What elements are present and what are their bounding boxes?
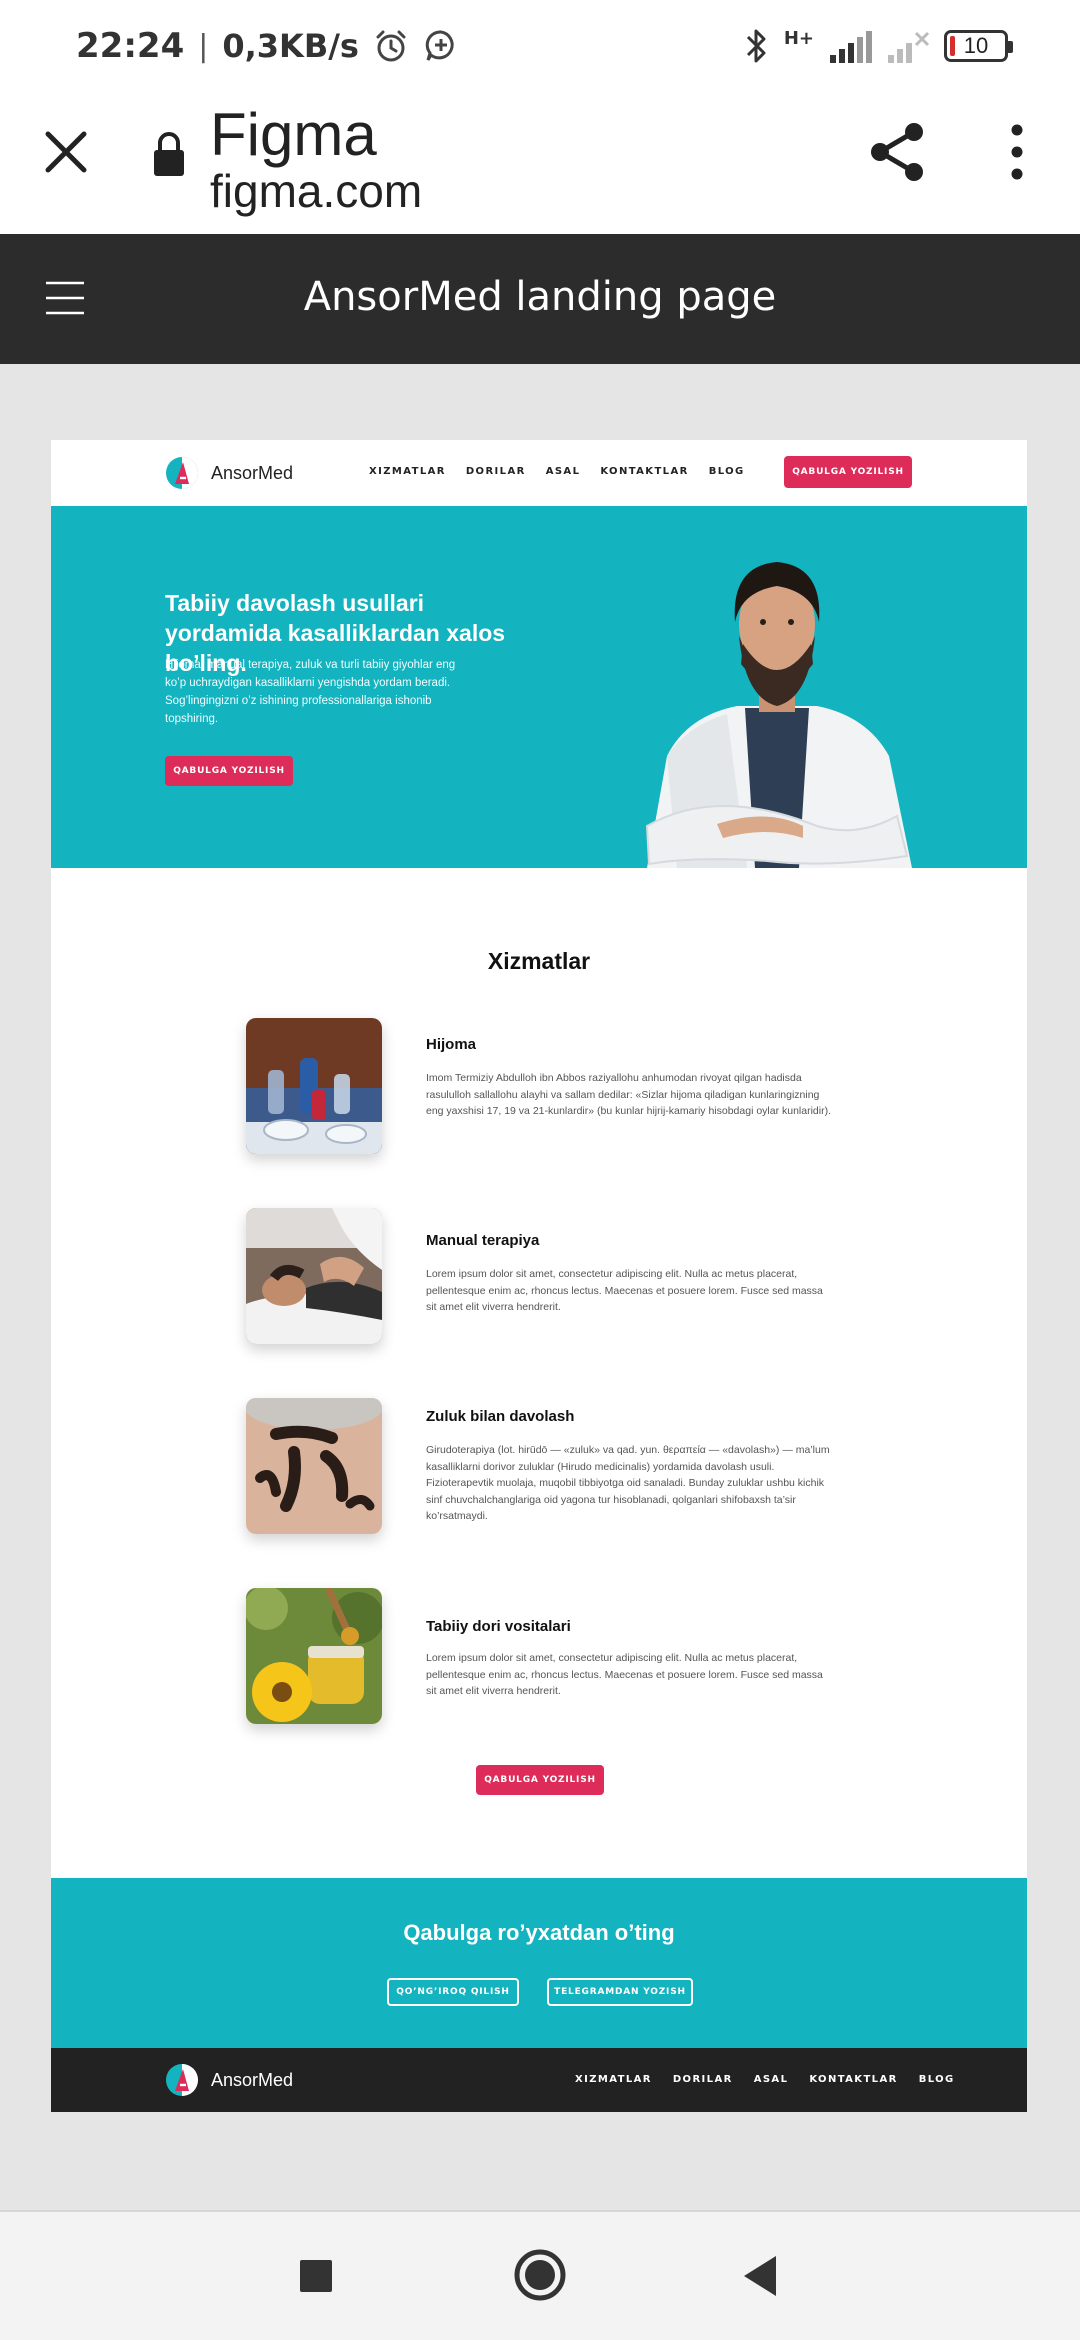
hero-appointment-button[interactable]: QABULGA YOZILISH <box>165 756 293 786</box>
hero-section: Tabiiy davolash usullari yordamida kasal… <box>51 506 1027 868</box>
status-left: 22:24 | 0,3KB/s <box>76 26 459 66</box>
footer-link-xizmatlar[interactable]: XIZMATLAR <box>575 2074 652 2085</box>
doctor-photo <box>645 562 912 868</box>
figma-header: AnsorMed landing page <box>0 234 1080 364</box>
page-url[interactable]: figma.com <box>210 164 422 218</box>
status-separator: | <box>198 28 209 64</box>
figma-file-title: AnsorMed landing page <box>303 274 777 320</box>
landing-nav-links: XIZMATLAR DORILAR ASAL KONTAKTLAR BLOG <box>369 466 745 477</box>
share-icon[interactable] <box>868 120 928 184</box>
service-name: Manual terapiya <box>426 1232 540 1249</box>
landing-page-frame[interactable]: AnsorMed XIZMATLAR DORILAR ASAL KONTAKTL… <box>51 440 1027 2112</box>
network-type: H+ <box>783 27 814 49</box>
status-bar: 22:24 | 0,3KB/s H+ 10 <box>0 0 1080 96</box>
chat-bubble-plus-icon <box>425 30 454 61</box>
status-time: 22:24 <box>76 26 185 66</box>
hijoma-image <box>246 1018 382 1154</box>
footer-link-kontaktlar[interactable]: KONTAKTLAR <box>809 2074 897 2085</box>
recents-square-icon[interactable] <box>300 2260 332 2292</box>
home-circle-icon[interactable] <box>513 2248 567 2302</box>
services-title: Xizmatlar <box>487 948 591 974</box>
service-card-manual-terapiya[interactable]: Manual terapiya Lorem ipsum dolor sit am… <box>246 1208 846 1348</box>
service-name: Tabiiy dori vositalari <box>426 1618 571 1635</box>
back-triangle-icon[interactable] <box>740 2254 780 2298</box>
screen: 22:24 | 0,3KB/s H+ 10 Figma figma.com An… <box>0 0 1080 2340</box>
bluetooth-icon <box>746 29 766 63</box>
service-name: Zuluk bilan davolash <box>426 1408 575 1425</box>
nav-link-asal[interactable]: ASAL <box>546 466 581 477</box>
more-vert-icon[interactable] <box>1000 122 1034 182</box>
browser-toolbar: Figma figma.com <box>0 96 1080 234</box>
battery-level-text: 10 <box>963 33 989 58</box>
service-card-tabiiy-dori[interactable]: Tabiiy dori vositalari Lorem ipsum dolor… <box>246 1588 846 1728</box>
service-description: Girudoterapiya (lot. hirūdō — «zuluk» va… <box>426 1444 830 1522</box>
service-card-hijoma[interactable]: Hijoma Imom Termiziy Abdulloh ibn Abbos … <box>246 1018 846 1158</box>
logo[interactable]: AnsorMed <box>165 456 293 490</box>
status-right: H+ 10 <box>742 26 1013 66</box>
nav-link-dorilar[interactable]: DORILAR <box>466 466 526 477</box>
services-section: Xizmatlar Hijoma Imom Termiziy Abdulloh … <box>51 868 1027 1878</box>
status-network-speed: 0,3KB/s <box>222 27 359 65</box>
leech-therapy-image <box>246 1398 382 1534</box>
logo-text: AnsorMed <box>211 462 294 483</box>
service-name: Hijoma <box>426 1036 477 1053</box>
service-card-zuluk[interactable]: Zuluk bilan davolash Girudoterapiya (lot… <box>246 1398 846 1538</box>
landing-nav: AnsorMed XIZMATLAR DORILAR ASAL KONTAKTL… <box>51 440 1027 506</box>
signal-icon <box>830 31 872 63</box>
battery-icon: 10 <box>944 30 1013 62</box>
service-description: Imom Termiziy Abdulloh ibn Abbos raziyal… <box>426 1072 832 1117</box>
nav-link-xizmatlar[interactable]: XIZMATLAR <box>369 466 446 477</box>
nav-appointment-button[interactable]: QABULGA YOZILISH <box>784 456 912 488</box>
landing-footer: AnsorMed XIZMATLAR DORILAR ASAL KONTAKTL… <box>51 2048 1027 2112</box>
alarm-icon <box>376 30 406 62</box>
figma-canvas[interactable]: AnsorMed XIZMATLAR DORILAR ASAL KONTAKTL… <box>0 364 1080 2210</box>
registration-title: Qabulga ro’yxatdan o’ting <box>403 1920 675 1945</box>
service-description: Lorem ipsum dolor sit amet, consectetur … <box>426 1268 823 1313</box>
footer-link-asal[interactable]: ASAL <box>754 2074 789 2085</box>
footer-nav-links: XIZMATLAR DORILAR ASAL KONTAKTLAR BLOG <box>575 2074 955 2085</box>
nav-link-kontaktlar[interactable]: KONTAKTLAR <box>600 466 688 477</box>
logo-mark-icon <box>166 457 198 489</box>
registration-section: Qabulga ro’yxatdan o’ting QO’NG’IROQ QIL… <box>51 1878 1027 2048</box>
footer-link-blog[interactable]: BLOG <box>919 2074 955 2085</box>
nav-link-blog[interactable]: BLOG <box>709 466 745 477</box>
signal-no-service-icon <box>888 31 930 63</box>
service-description: Lorem ipsum dolor sit amet, consectetur … <box>426 1652 823 1697</box>
system-navigation-bar <box>0 2210 1080 2340</box>
page-title: Figma <box>210 101 377 168</box>
telegram-button[interactable]: TELEGRAMDAN YOZISH <box>547 1978 693 2006</box>
services-appointment-button[interactable]: QABULGA YOZILISH <box>476 1765 604 1795</box>
call-button[interactable]: QO’NG’IROQ QILISH <box>387 1978 519 2006</box>
hero-text: Hijoma, manual terapiya, zuluk va turli … <box>165 659 456 725</box>
footer-logo[interactable]: AnsorMed <box>165 2063 293 2097</box>
manual-therapy-image <box>246 1208 382 1344</box>
natural-remedies-image <box>246 1588 382 1724</box>
footer-link-dorilar[interactable]: DORILAR <box>673 2074 733 2085</box>
battery-level <box>950 36 955 56</box>
logo-mark-icon <box>166 2064 198 2096</box>
lock-icon <box>154 132 184 176</box>
close-icon[interactable] <box>40 126 92 178</box>
footer-logo-text: AnsorMed <box>211 2069 294 2090</box>
